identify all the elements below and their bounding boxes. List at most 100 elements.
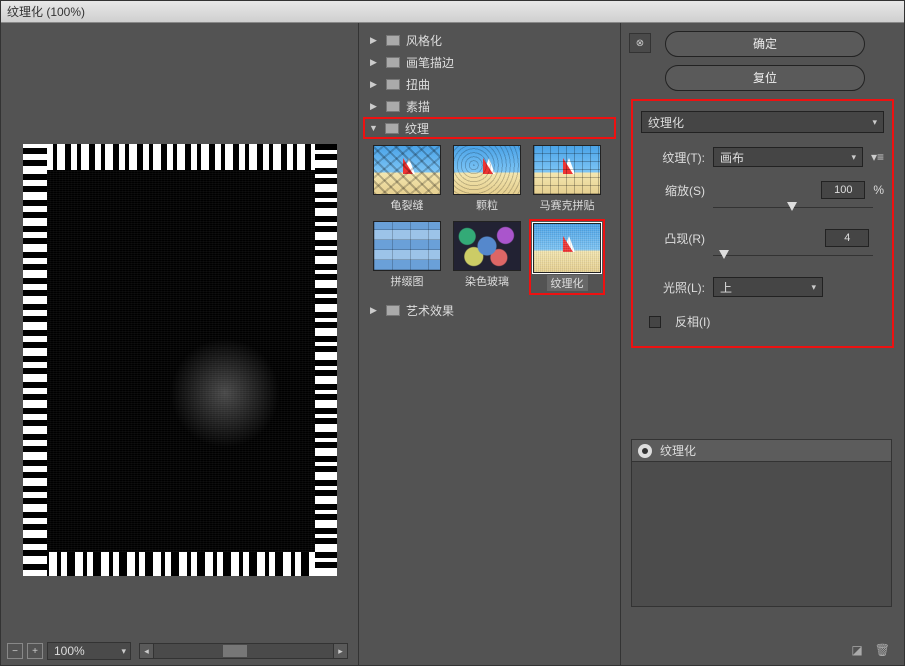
slider-handle[interactable] — [787, 202, 797, 211]
filter-select[interactable]: 纹理化 ▾ — [641, 111, 884, 133]
scale-row: 缩放(S) 100 % — [641, 181, 884, 199]
relief-label: 凸现(R) — [641, 230, 705, 247]
category-sketch[interactable]: ▶ 素描 — [363, 95, 616, 117]
category-artistic[interactable]: ▶ 艺术效果 — [363, 299, 616, 321]
scale-label: 缩放(S) — [641, 182, 705, 199]
texture-value: 画布 — [720, 149, 744, 166]
thumb-mosaic-tiles[interactable]: 马赛克拼贴 — [531, 145, 603, 213]
flyout-menu-icon[interactable]: ▾≡ — [871, 150, 884, 164]
zoom-value: 100% — [54, 644, 85, 658]
scroll-thumb[interactable] — [223, 645, 247, 657]
texture-thumbnails: 龟裂缝 颗粒 马赛克拼贴 拼缀图 染色玻璃 — [359, 139, 620, 299]
triangle-right-icon: ▶ — [370, 35, 380, 46]
chevron-down-icon: ▾ — [851, 152, 856, 163]
horizontal-scrollbar[interactable]: ◂ ▸ — [139, 643, 348, 659]
thumb-label: 颗粒 — [476, 197, 498, 213]
category-distort[interactable]: ▶ 扭曲 — [363, 73, 616, 95]
triangle-right-icon: ▶ — [370, 79, 380, 90]
filter-gallery-window: 纹理化 (100%) − + 100% ▾ — [0, 0, 905, 666]
preview-area — [1, 23, 358, 637]
new-effect-layer-icon[interactable]: ◪ — [851, 643, 862, 657]
thumb-stained-glass[interactable]: 染色玻璃 — [451, 221, 523, 293]
invert-row: 反相(I) — [649, 313, 884, 330]
edge-top — [23, 144, 337, 170]
category-label: 艺术效果 — [406, 302, 454, 319]
scale-input[interactable]: 100 — [821, 181, 865, 199]
delete-effect-layer-icon[interactable]: 🗑 — [875, 643, 890, 657]
settings-panel: 纹理化 ▾ 纹理(T): 画布 ▾ ▾≡ 缩放(S) 100 % — [631, 99, 894, 348]
texture-select[interactable]: 画布 ▾ — [713, 147, 863, 167]
chevron-down-icon: ▾ — [121, 646, 126, 657]
filter-list-column: ▶ 风格化 ▶ 画笔描边 ▶ 扭曲 ▶ 素描 ▼ 纹理 — [359, 23, 621, 665]
spacer — [877, 231, 884, 245]
effect-layer-row[interactable]: 纹理化 — [632, 440, 891, 462]
category-stylize[interactable]: ▶ 风格化 — [363, 29, 616, 51]
thumb-label: 纹理化 — [547, 275, 588, 291]
folder-icon — [386, 57, 400, 68]
scale-slider[interactable] — [713, 201, 873, 215]
folder-icon — [386, 79, 400, 90]
folder-icon — [386, 35, 400, 46]
thumb-label: 拼缀图 — [391, 273, 424, 289]
reset-button[interactable]: 复位 — [665, 65, 865, 91]
texture-row: 纹理(T): 画布 ▾ ▾≡ — [641, 147, 884, 167]
category-label: 画笔描边 — [406, 54, 454, 71]
slider-handle[interactable] — [719, 250, 729, 259]
thumb-craquelure[interactable]: 龟裂缝 — [371, 145, 443, 213]
visibility-eye-icon[interactable] — [638, 444, 652, 458]
effect-layer-name: 纹理化 — [660, 442, 696, 459]
content: − + 100% ▾ ◂ ▸ ▶ 风格化 ▶ — [1, 23, 904, 665]
light-glow — [170, 338, 280, 448]
percent-label: % — [873, 183, 884, 197]
controls-column: ⊗ 确定 复位 纹理化 ▾ 纹理(T): 画布 ▾ ▾≡ 缩放(S) — [621, 23, 904, 665]
category-label: 纹理 — [405, 120, 429, 137]
window-title: 纹理化 (100%) — [7, 3, 85, 20]
collapse-icon[interactable]: ⊗ — [629, 33, 651, 53]
relief-row: 凸现(R) 4 — [641, 229, 884, 247]
edge-right — [315, 144, 337, 576]
invert-label: 反相(I) — [675, 313, 710, 330]
filter-select-value: 纹理化 — [648, 114, 684, 131]
category-brush-strokes[interactable]: ▶ 画笔描边 — [363, 51, 616, 73]
zoom-select[interactable]: 100% ▾ — [47, 642, 131, 660]
edge-bottom — [23, 552, 337, 576]
zoom-out-button[interactable]: − — [7, 643, 23, 659]
scroll-left-arrow[interactable]: ◂ — [140, 644, 154, 658]
thumb-texturizer[interactable]: 纹理化 — [531, 221, 603, 293]
chevron-down-icon: ▾ — [872, 117, 877, 128]
effect-layers-panel: 纹理化 — [631, 439, 892, 607]
thumb-label: 龟裂缝 — [391, 197, 424, 213]
folder-icon — [386, 305, 400, 316]
scroll-right-arrow[interactable]: ▸ — [333, 644, 347, 658]
triangle-down-icon: ▼ — [369, 123, 379, 133]
relief-slider[interactable] — [713, 249, 873, 263]
texture-label: 纹理(T): — [641, 149, 705, 166]
ok-button[interactable]: 确定 — [665, 31, 865, 57]
preview-canvas[interactable] — [23, 144, 337, 576]
chevron-down-icon: ▾ — [811, 282, 816, 293]
preview-footer: − + 100% ▾ ◂ ▸ — [1, 637, 358, 665]
category-texture[interactable]: ▼ 纹理 — [363, 117, 616, 139]
light-select[interactable]: 上 ▾ — [713, 277, 823, 297]
thumb-patchwork[interactable]: 拼缀图 — [371, 221, 443, 293]
category-label: 风格化 — [406, 32, 442, 49]
layer-buttons: ◪ 🗑 — [851, 643, 890, 657]
thumb-label: 马赛克拼贴 — [540, 197, 595, 213]
triangle-right-icon: ▶ — [370, 101, 380, 112]
folder-icon — [386, 101, 400, 112]
light-row: 光照(L): 上 ▾ — [641, 277, 884, 297]
light-label: 光照(L): — [641, 279, 705, 296]
folder-icon — [385, 123, 399, 134]
triangle-right-icon: ▶ — [370, 57, 380, 68]
category-label: 素描 — [406, 98, 430, 115]
thumb-grain[interactable]: 颗粒 — [451, 145, 523, 213]
invert-checkbox[interactable] — [649, 316, 661, 328]
edge-left — [23, 144, 47, 576]
light-value: 上 — [720, 279, 732, 296]
titlebar: 纹理化 (100%) — [1, 1, 904, 23]
thumb-label: 染色玻璃 — [465, 273, 509, 289]
relief-input[interactable]: 4 — [825, 229, 869, 247]
zoom-in-button[interactable]: + — [27, 643, 43, 659]
preview-column: − + 100% ▾ ◂ ▸ — [1, 23, 359, 665]
triangle-right-icon: ▶ — [370, 305, 380, 316]
